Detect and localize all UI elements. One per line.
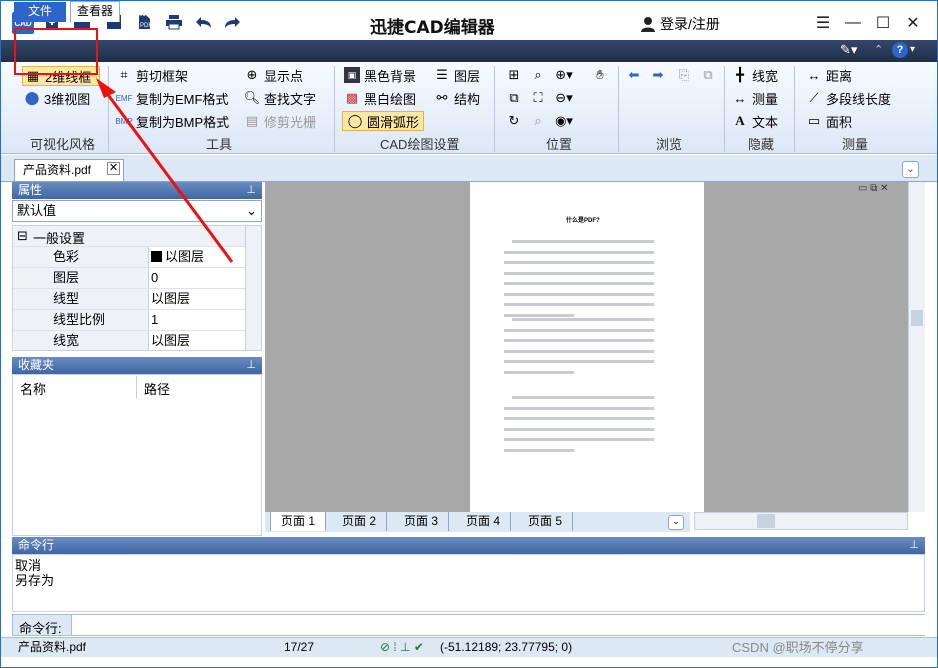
- annotation-arrow: [96, 78, 234, 263]
